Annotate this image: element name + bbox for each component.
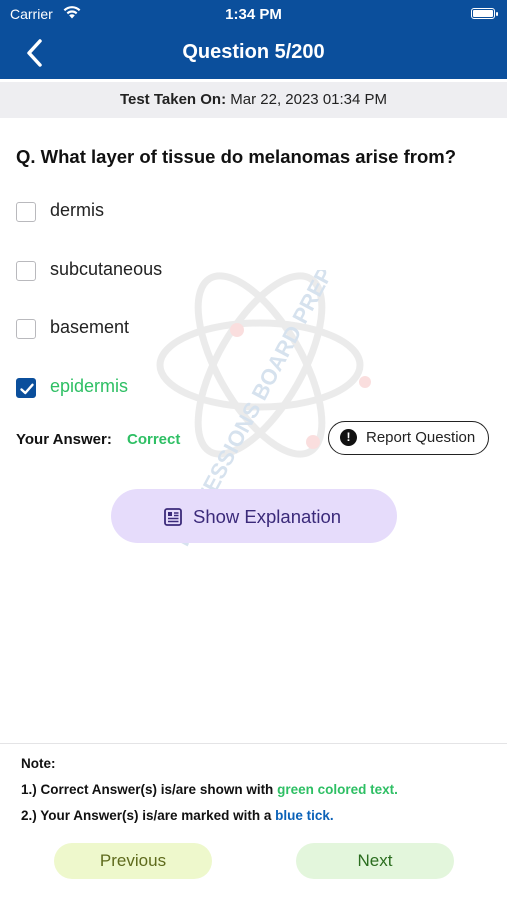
note-title: Note: bbox=[21, 756, 56, 771]
question-text: Q. What layer of tissue do melanomas ari… bbox=[16, 146, 457, 167]
status-bar: Carrier 1:34 PM bbox=[0, 0, 507, 28]
exclamation-icon: ! bbox=[340, 429, 357, 446]
note-line-1: 1.) Correct Answer(s) is/are shown with … bbox=[21, 782, 398, 797]
divider bbox=[0, 743, 507, 744]
checkbox[interactable] bbox=[16, 202, 36, 222]
report-question-button[interactable]: ! Report Question bbox=[328, 421, 489, 455]
option-label: subcutaneous bbox=[50, 259, 163, 279]
your-answer-label: Your Answer: bbox=[16, 431, 112, 448]
option-label: dermis bbox=[50, 200, 105, 220]
battery-icon bbox=[471, 8, 498, 19]
note-line-1-text: 1.) Correct Answer(s) is/are shown with bbox=[21, 782, 274, 797]
show-explanation-label: Show Explanation bbox=[193, 506, 342, 527]
navigation-header: Carrier 1:34 PM Question 5/200 bbox=[0, 0, 507, 79]
page-title: Question 5/200 bbox=[182, 41, 325, 63]
checkbox-checked[interactable] bbox=[16, 378, 36, 398]
test-taken-bar: Test Taken On: Mar 22, 2023 01:34 PM bbox=[0, 82, 507, 118]
checkmark-icon bbox=[20, 383, 34, 395]
document-icon bbox=[164, 508, 182, 526]
note-line-2: 2.) Your Answer(s) is/are marked with a … bbox=[21, 808, 334, 823]
status-time: 1:34 PM bbox=[225, 6, 282, 23]
show-explanation-button[interactable]: Show Explanation bbox=[111, 489, 397, 543]
option-label-correct: epidermis bbox=[50, 376, 129, 396]
checkbox[interactable] bbox=[16, 319, 36, 339]
next-button[interactable]: Next bbox=[296, 843, 454, 879]
note-line-2-highlight: blue tick. bbox=[275, 808, 334, 823]
report-question-label: Report Question bbox=[366, 429, 476, 446]
checkbox[interactable] bbox=[16, 261, 36, 281]
note-line-2-text: 2.) Your Answer(s) is/are marked with a bbox=[21, 808, 272, 823]
option-label: basement bbox=[50, 317, 130, 337]
test-taken-date: Mar 22, 2023 01:34 PM bbox=[230, 91, 388, 108]
test-taken-label: Test Taken On: bbox=[119, 91, 227, 108]
answer-status: Correct bbox=[127, 431, 181, 448]
note-line-1-highlight: green colored text. bbox=[277, 782, 398, 797]
previous-button[interactable]: Previous bbox=[54, 843, 212, 879]
